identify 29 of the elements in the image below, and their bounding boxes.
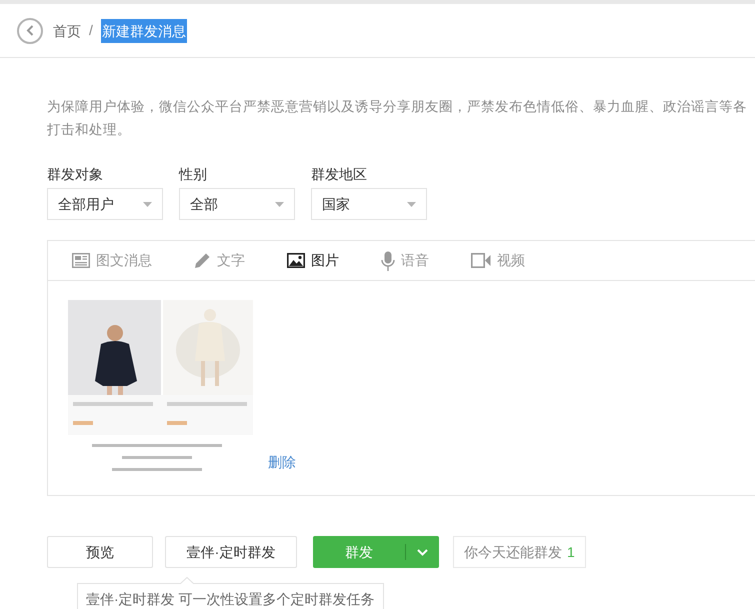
delete-link[interactable]: 删除 [268, 452, 296, 473]
pencil-icon [194, 252, 211, 269]
notice-text: 打击和处理。 [47, 121, 132, 139]
filter-label: 群发对象 [47, 165, 104, 183]
filter-select[interactable]: 全部用户 [47, 188, 163, 220]
breadcrumb-item[interactable]: 首页 [53, 18, 81, 42]
chevron-left-icon [26, 25, 34, 36]
dropdown-caret-icon [275, 202, 284, 206]
filter-label: 群发地区 [311, 165, 368, 183]
quota-count: 1 [567, 542, 575, 562]
dropdown-caret-icon [407, 202, 416, 206]
filter-select[interactable]: 全部 [179, 188, 295, 220]
filter-label: 性别 [179, 165, 208, 183]
notice-text: 为保障用户体验，微信公众平台严禁恶意营销以及诱导分享朋友圈，严禁发布色情低俗、暴力血腥、政治谣言等各 [47, 98, 748, 116]
article-icon [72, 253, 90, 268]
breadcrumb-separator: / [89, 21, 93, 40]
tooltip-text: 壹伴·定时群发 可一次性设置多个定时群发任务 [86, 591, 375, 607]
quota-text: 你今天还能群发 [464, 542, 562, 562]
scheduled-send-button[interactable]: 壹伴·定时群发 [165, 536, 297, 568]
chevron-down-icon [417, 548, 428, 556]
image-icon [287, 253, 305, 268]
dropdown-caret-icon [143, 202, 152, 206]
breadcrumb-item[interactable]: 新建群发消息 [100, 18, 187, 42]
preview-button[interactable]: 预览 [47, 536, 153, 568]
video-camera-icon [471, 253, 491, 268]
microphone-icon [381, 250, 395, 270]
back-button[interactable] [17, 18, 43, 44]
filter-select[interactable]: 国家 [311, 188, 427, 220]
editor-tab[interactable]: 图片 [287, 250, 339, 271]
